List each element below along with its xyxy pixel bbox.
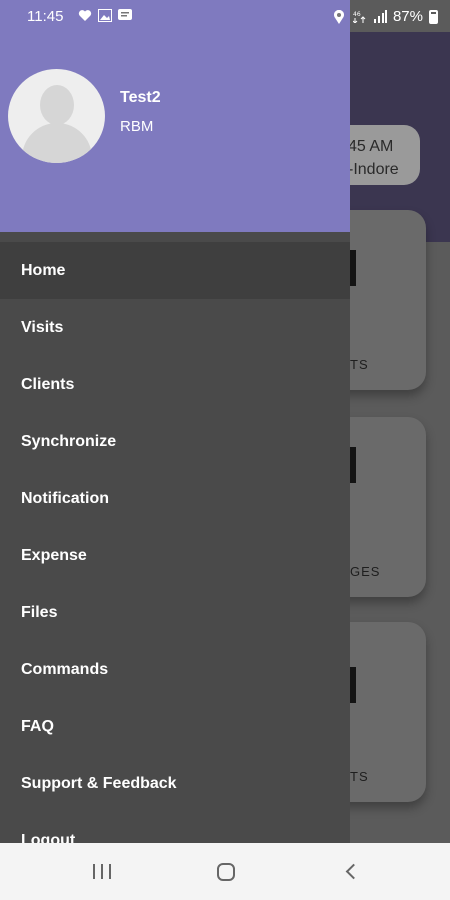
svg-text:46: 46 xyxy=(353,11,361,18)
menu-item-synchronize[interactable]: Synchronize xyxy=(0,413,350,470)
menu-item-label: Clients xyxy=(21,375,75,393)
navigation-drawer: Test2 RBM Home Visits Clients Synchroniz… xyxy=(0,0,350,843)
menu-item-label: Expense xyxy=(21,546,87,564)
menu-item-clients[interactable]: Clients xyxy=(0,356,350,413)
status-time: 11:45 xyxy=(27,8,64,25)
data-icon: 46 xyxy=(352,10,367,24)
menu-item-faq[interactable]: FAQ xyxy=(0,698,350,755)
battery-percent: 87% xyxy=(392,8,423,25)
menu-item-label: Visits xyxy=(21,318,64,336)
menu-item-label: Home xyxy=(21,261,66,279)
image-icon xyxy=(98,9,112,22)
menu-item-commands[interactable]: Commands xyxy=(0,641,350,698)
menu-item-home[interactable]: Home xyxy=(0,242,350,299)
drawer-menu: Home Visits Clients Synchronize Notifica… xyxy=(0,242,350,843)
user-role: RBM xyxy=(120,118,154,135)
chip-line-2: -Indore xyxy=(348,161,399,178)
avatar-body xyxy=(22,123,92,163)
location-icon xyxy=(333,9,347,24)
signal-icon xyxy=(373,10,387,23)
menu-item-expense[interactable]: Expense xyxy=(0,527,350,584)
menu-item-files[interactable]: Files xyxy=(0,584,350,641)
back-icon[interactable] xyxy=(340,859,366,885)
card-label: TS xyxy=(350,357,369,372)
battery-icon xyxy=(429,9,438,24)
recents-icon[interactable] xyxy=(90,859,116,885)
menu-item-label: FAQ xyxy=(21,717,54,735)
menu-item-notification[interactable]: Notification xyxy=(0,470,350,527)
heart-monitor-icon xyxy=(78,9,92,22)
menu-item-support-feedback[interactable]: Support & Feedback xyxy=(0,755,350,812)
system-nav-bar xyxy=(0,843,450,900)
message-icon xyxy=(118,9,132,22)
menu-item-label: Files xyxy=(21,603,58,621)
menu-item-label: Logout xyxy=(21,831,76,844)
menu-item-label: Commands xyxy=(21,660,109,678)
avatar-head xyxy=(40,85,74,125)
menu-item-label: Synchronize xyxy=(21,432,117,450)
chip-line-1: 45 AM xyxy=(348,138,394,155)
avatar[interactable] xyxy=(8,69,105,163)
home-icon[interactable] xyxy=(213,859,239,885)
card-label: GES xyxy=(350,564,381,579)
status-bar: 11:45 46 87% xyxy=(0,0,450,32)
drawer-header: Test2 RBM xyxy=(0,0,350,232)
menu-item-visits[interactable]: Visits xyxy=(0,299,350,356)
menu-item-label: Notification xyxy=(21,489,109,507)
menu-item-label: Support & Feedback xyxy=(21,774,177,792)
menu-item-logout[interactable]: Logout xyxy=(0,812,350,844)
user-name: Test2 xyxy=(120,89,161,106)
card-label: TS xyxy=(350,769,369,784)
